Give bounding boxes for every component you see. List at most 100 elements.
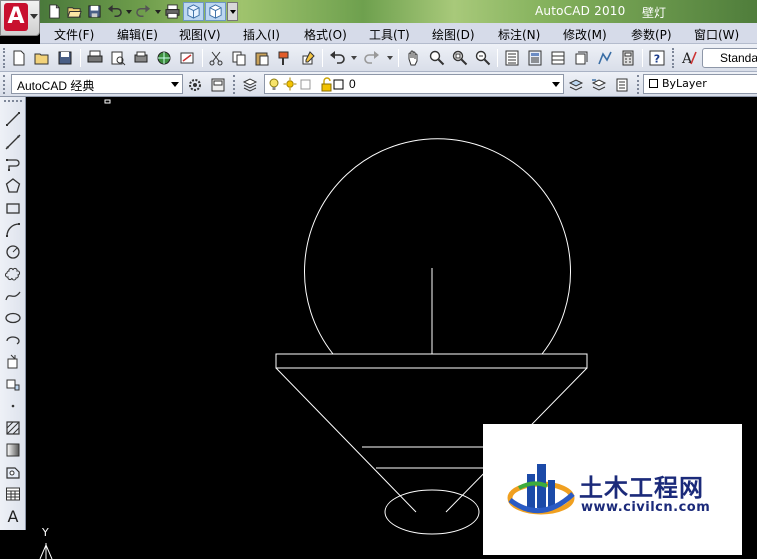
match-properties-icon[interactable]: [275, 48, 295, 68]
make-object-layer-current-icon[interactable]: [566, 75, 585, 94]
workspace-3d-alt-icon[interactable]: [205, 2, 226, 21]
layer-select[interactable]: 0: [264, 74, 564, 94]
open-icon[interactable]: [32, 48, 52, 68]
toolbar-grip[interactable]: [637, 75, 640, 94]
table-icon[interactable]: [3, 484, 23, 504]
polyline-icon[interactable]: [3, 154, 23, 174]
chevron-down-icon: [171, 82, 179, 87]
undo-dropdown-icon[interactable]: [125, 2, 133, 21]
gradient-icon[interactable]: [3, 440, 23, 460]
insert-block-icon[interactable]: [3, 352, 23, 372]
construction-line-icon[interactable]: [3, 132, 23, 152]
menu-parametric[interactable]: 参数(P): [631, 26, 672, 43]
redo-icon[interactable]: [134, 2, 153, 21]
ellipse-icon[interactable]: [3, 308, 23, 328]
menu-bar: 文件(F) 编辑(E) 视图(V) 插入(I) 格式(O) 工具(T) 绘图(D…: [40, 23, 757, 44]
toolbar-grip[interactable]: [672, 48, 675, 68]
undo-icon[interactable]: [327, 48, 347, 68]
menu-edit[interactable]: 编辑(E): [117, 26, 158, 43]
quick-access-toolbar: [45, 1, 238, 22]
region-icon[interactable]: [3, 462, 23, 482]
polygon-icon[interactable]: [3, 176, 23, 196]
design-center-icon[interactable]: [525, 48, 545, 68]
redo-dropdown-icon[interactable]: [154, 2, 162, 21]
menu-file[interactable]: 文件(F): [54, 26, 94, 43]
properties-icon[interactable]: [502, 48, 522, 68]
save-icon[interactable]: [85, 2, 104, 21]
redo-icon[interactable]: [362, 48, 382, 68]
revision-cloud-icon[interactable]: [3, 264, 23, 284]
toolbar-grip[interactable]: [233, 75, 236, 94]
tool-palettes-icon[interactable]: [548, 48, 568, 68]
workspace-save-icon[interactable]: [208, 75, 227, 94]
rectangle-icon[interactable]: [3, 198, 23, 218]
layer-states-icon[interactable]: [612, 75, 631, 94]
save-icon[interactable]: [55, 48, 75, 68]
line-icon[interactable]: [3, 109, 23, 129]
arc-icon[interactable]: [3, 220, 23, 240]
help-icon[interactable]: ?: [647, 48, 667, 68]
workspace-settings-gear-icon[interactable]: [185, 75, 204, 94]
redo-dropdown-icon[interactable]: [387, 56, 393, 60]
menu-insert[interactable]: 插入(I): [243, 26, 280, 43]
menu-window[interactable]: 窗口(W): [694, 26, 739, 43]
toolbar-grip[interactable]: [3, 48, 6, 68]
ellipse-arc-icon[interactable]: [3, 330, 23, 350]
ucs-y-label: Y: [42, 526, 49, 539]
undo-dropdown-icon[interactable]: [351, 56, 357, 60]
paste-icon[interactable]: [252, 48, 272, 68]
open-folder-icon[interactable]: [65, 2, 84, 21]
quickcalc-icon[interactable]: [618, 48, 638, 68]
3d-dwf-icon[interactable]: [154, 48, 174, 68]
menu-draw[interactable]: 绘图(D): [432, 26, 475, 43]
etransmit-icon[interactable]: [177, 48, 197, 68]
hatch-icon[interactable]: [3, 418, 23, 438]
block-editor-icon[interactable]: [298, 48, 318, 68]
spline-icon[interactable]: [3, 286, 23, 306]
plot-icon[interactable]: [163, 2, 182, 21]
layer-name-value: 0: [349, 77, 356, 91]
app-title: AutoCAD 2010: [535, 4, 626, 18]
svg-text:?: ?: [654, 53, 660, 66]
new-icon[interactable]: [9, 48, 29, 68]
color-control-select[interactable]: ByLayer: [643, 74, 757, 94]
customize-qat-icon[interactable]: [227, 2, 238, 21]
zoom-previous-icon[interactable]: [473, 48, 493, 68]
point-icon[interactable]: [3, 396, 23, 416]
plot-icon[interactable]: [85, 48, 105, 68]
multiline-text-tool[interactable]: A: [3, 506, 23, 526]
pan-realtime-icon[interactable]: [403, 48, 423, 68]
toolbar-grip[interactable]: [4, 100, 22, 103]
separator: [80, 49, 81, 67]
menu-dimension[interactable]: 标注(N): [498, 26, 540, 43]
copy-icon[interactable]: [229, 48, 249, 68]
text-tool-label: A: [7, 506, 19, 526]
sheet-set-manager-icon[interactable]: [571, 48, 591, 68]
workspace-select[interactable]: AutoCAD 经典: [11, 74, 183, 94]
new-file-icon[interactable]: [45, 2, 64, 21]
text-style-icon[interactable]: A: [679, 48, 699, 68]
menu-format[interactable]: 格式(O): [304, 26, 347, 43]
cut-icon[interactable]: [206, 48, 226, 68]
markup-set-manager-icon[interactable]: [595, 48, 615, 68]
layer-previous-icon[interactable]: [589, 75, 608, 94]
publish-icon[interactable]: [131, 48, 151, 68]
menu-modify[interactable]: 修改(M): [563, 26, 607, 43]
zoom-realtime-icon[interactable]: [427, 48, 447, 68]
toolbar-grip[interactable]: [3, 75, 6, 94]
undo-icon[interactable]: [105, 2, 124, 21]
circle-icon[interactable]: [3, 242, 23, 262]
layer-properties-icon[interactable]: [240, 75, 259, 94]
zoom-window-icon[interactable]: [450, 48, 470, 68]
plot-preview-icon[interactable]: [108, 48, 128, 68]
text-style-select[interactable]: Standard: [702, 48, 757, 68]
workspace-3d-icon[interactable]: [183, 2, 204, 21]
make-block-icon[interactable]: [3, 374, 23, 394]
separator: [398, 49, 399, 67]
menu-view[interactable]: 视图(V): [179, 26, 221, 43]
separator: [322, 49, 323, 67]
document-title: 壁灯: [642, 6, 667, 20]
watermark-url: www.civilcn.com: [581, 500, 711, 515]
menu-tools[interactable]: 工具(T): [369, 26, 410, 43]
application-menu-button[interactable]: A: [0, 0, 40, 36]
